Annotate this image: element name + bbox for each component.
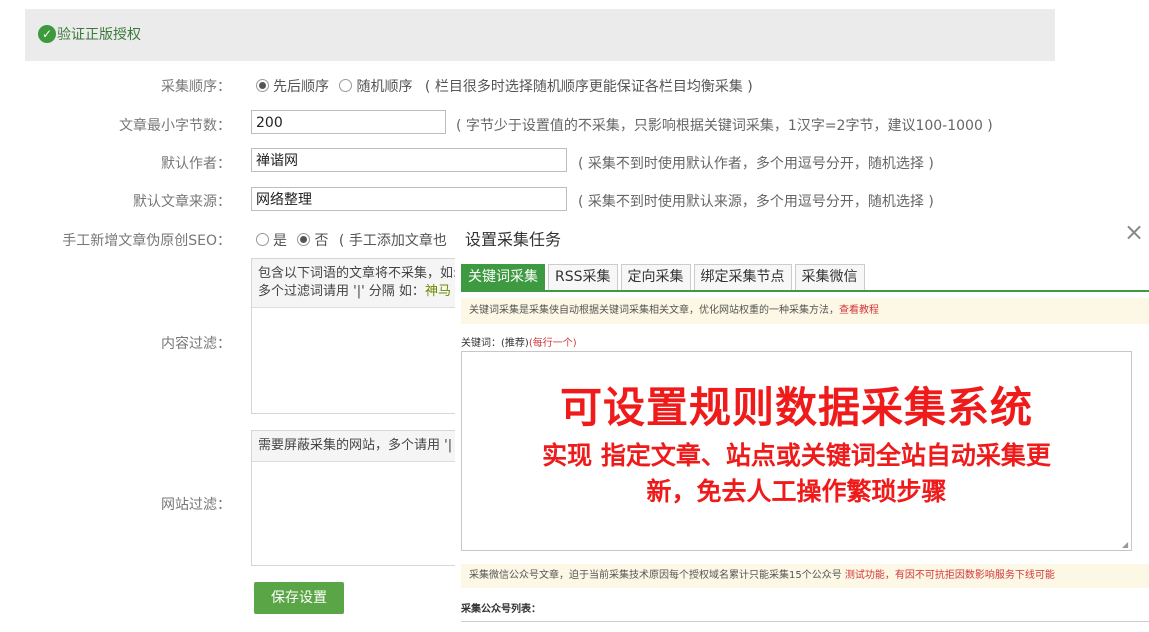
order-hint: ( 栏目很多时选择随机顺序更能保证各栏目均衡采集 ) xyxy=(424,79,753,95)
wechat-notice-warning: 测试功能，有因不可抗拒因数影响服务下线可能 xyxy=(844,570,1055,581)
resize-handle-icon[interactable]: ◢ xyxy=(1122,541,1130,549)
keyword-textarea[interactable]: 可设置规则数据采集系统 实现 指定文章、站点或关键词全站自动采集更 新，免去人工… xyxy=(461,351,1132,551)
tab-wechat[interactable]: 采集微信 xyxy=(794,264,865,290)
author-label: 默认作者： xyxy=(161,156,231,172)
source-hint: ( 采集不到时使用默认来源，多个用逗号分开，随机选择 ) xyxy=(578,194,934,210)
tab-underline xyxy=(461,290,1149,292)
author-input[interactable]: 禅谐网 xyxy=(251,148,567,172)
content-filter-help: 包含以下词语的文章将不采集，如: 多个过滤词请用 '|' 分隔 如：神马 xyxy=(252,259,462,308)
verify-title[interactable]: 验证正版授权 xyxy=(57,24,141,44)
collect-task-modal: 设置采集任务 × 关键词采集 RSS采集 定向采集 绑定采集节点 采集微信 关键… xyxy=(455,218,1149,629)
content-filter-help-line2: 多个过滤词请用 '|' 分隔 如： xyxy=(258,284,425,299)
source-label: 默认文章来源： xyxy=(133,194,231,210)
site-filter-textarea[interactable] xyxy=(252,462,462,562)
order-random-label: 随机顺序 xyxy=(356,79,413,95)
min-bytes-hint: ( 字节少于设置值的不采集，只影响根据关键词采集，1汉字=2字节，建议100-1… xyxy=(456,118,993,134)
save-settings-button[interactable]: 保存设置 xyxy=(254,582,344,614)
modal-title: 设置采集任务 xyxy=(465,230,562,249)
wechat-list-box[interactable] xyxy=(461,621,1149,632)
seo-hint: ( 手工添加文章也 xyxy=(338,233,447,249)
seo-no-radio[interactable] xyxy=(297,233,311,246)
order-radio-group: 先后顺序 随机顺序 ( 栏目很多时选择随机顺序更能保证各栏目均衡采集 ) xyxy=(256,76,753,96)
seo-radio-group: 是 否 ( 手工添加文章也 xyxy=(256,230,447,250)
site-filter-label: 网站过滤： xyxy=(161,497,231,513)
seo-label: 手工新增文章伪原创SEO： xyxy=(62,233,231,249)
site-filter-box: 需要屏蔽采集的网站，多个请用 '| xyxy=(251,430,463,566)
tab-targeted[interactable]: 定向采集 xyxy=(620,264,691,290)
keyword-notice: 关键词采集是采集侠自动根据关键词采集相关文章，优化网站权重的一种采集方法，查看教… xyxy=(461,298,1149,324)
tab-keyword[interactable]: 关键词采集 xyxy=(461,264,545,290)
tutorial-link[interactable]: 查看教程 xyxy=(839,305,879,316)
check-circle-icon: ✓ xyxy=(38,25,56,43)
content-filter-textarea[interactable] xyxy=(252,308,462,412)
content-filter-label: 内容过滤： xyxy=(161,336,231,352)
seo-yes-label: 是 xyxy=(273,233,287,249)
order-sequential-radio[interactable] xyxy=(256,79,269,92)
tab-bind-node[interactable]: 绑定采集节点 xyxy=(693,264,792,290)
keyword-label-text: 关键词：(推荐) xyxy=(461,338,529,349)
close-icon[interactable]: × xyxy=(1119,218,1149,246)
content-filter-help-line1: 包含以下词语的文章将不采集，如: xyxy=(258,266,458,281)
wechat-list-label: 采集公众号列表： xyxy=(461,604,541,615)
content-filter-example: 神马 xyxy=(424,284,451,299)
verify-bar: ✓ 验证正版授权 xyxy=(25,9,1055,61)
keyword-label-hint: (每行一个) xyxy=(528,338,577,349)
keyword-notice-text: 关键词采集是采集侠自动根据关键词采集相关文章，优化网站权重的一种采集方法， xyxy=(469,305,839,316)
wechat-notice-text: 采集微信公众号文章，迫于当前采集技术原因每个授权域名累计只能采集15个公众号 xyxy=(469,570,845,581)
promo-headline: 可设置规则数据采集系统 xyxy=(559,383,1033,432)
author-hint: ( 采集不到时使用默认作者，多个用逗号分开，随机选择 ) xyxy=(578,156,934,172)
order-sequential-label: 先后顺序 xyxy=(273,79,329,95)
seo-yes-radio[interactable] xyxy=(256,233,269,246)
order-random-radio[interactable] xyxy=(339,79,353,92)
promo-line2: 新，免去人工操作繁琐步骤 xyxy=(646,477,947,506)
tab-rss[interactable]: RSS采集 xyxy=(548,264,618,290)
site-filter-help: 需要屏蔽采集的网站，多个请用 '| xyxy=(252,431,462,462)
min-bytes-label: 文章最小字节数： xyxy=(119,118,231,134)
order-label: 采集顺序： xyxy=(161,79,231,95)
min-bytes-input[interactable]: 200 xyxy=(251,110,446,134)
source-input[interactable]: 网络整理 xyxy=(251,187,567,211)
wechat-notice: 采集微信公众号文章，迫于当前采集技术原因每个授权域名累计只能采集15个公众号 测… xyxy=(461,564,1149,588)
content-filter-box: 包含以下词语的文章将不采集，如: 多个过滤词请用 '|' 分隔 如：神马 xyxy=(251,258,463,414)
keyword-label: 关键词：(推荐)(每行一个) xyxy=(461,334,577,349)
modal-tabs: 关键词采集 RSS采集 定向采集 绑定采集节点 采集微信 xyxy=(461,264,868,290)
promo-line1: 实现 指定文章、站点或关键词全站自动采集更 xyxy=(542,441,1051,470)
seo-no-label: 否 xyxy=(314,233,329,249)
